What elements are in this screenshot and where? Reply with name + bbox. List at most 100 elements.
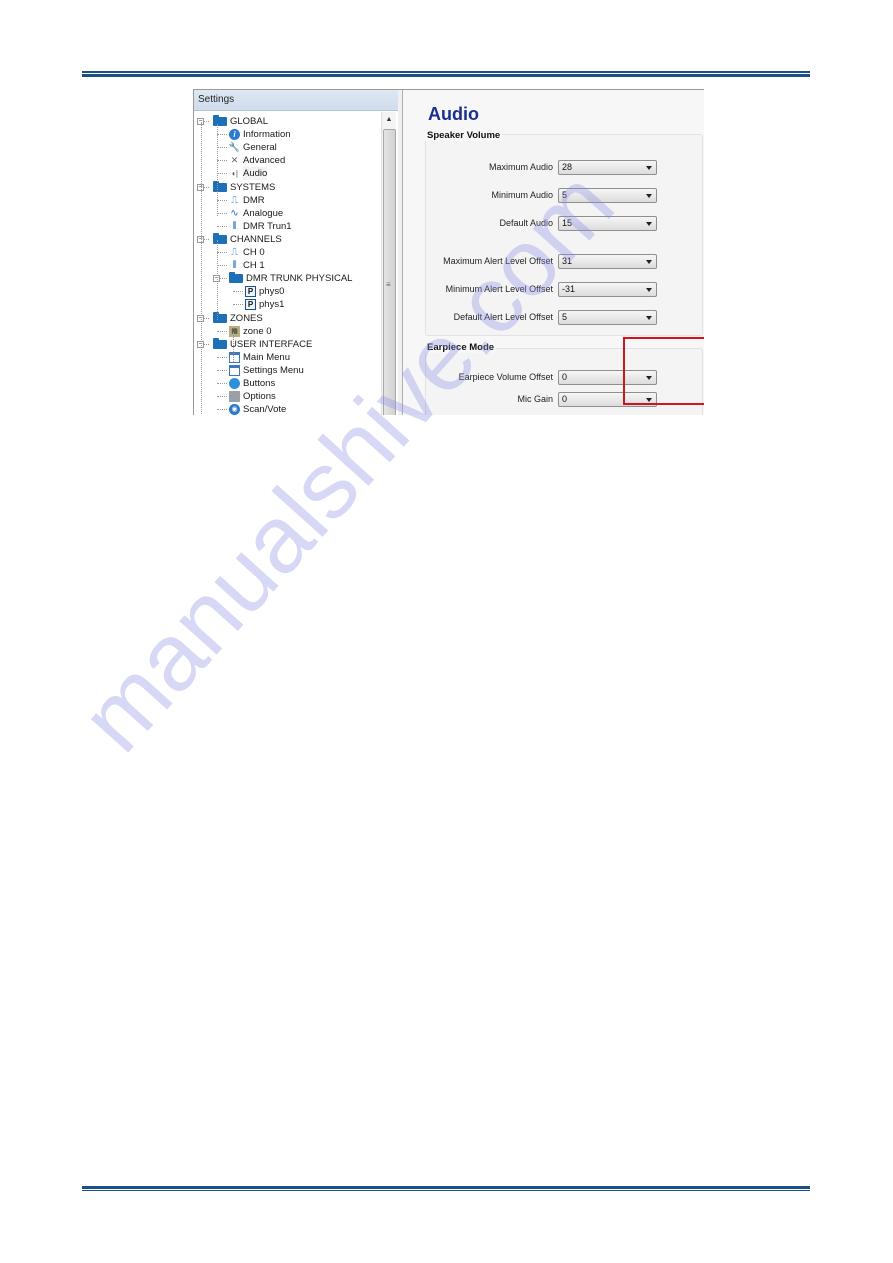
- tree-item-label: Settings Menu: [243, 364, 304, 376]
- tree-connector: [233, 304, 243, 306]
- tree-item-label: CH 1: [243, 260, 265, 272]
- folder-icon: [229, 272, 243, 284]
- tree-item[interactable]: DMR TRUNK PHYSICAL: [229, 272, 352, 285]
- folder-icon: [213, 311, 227, 323]
- tree-item[interactable]: ◖| Audio: [229, 167, 268, 181]
- tree-item[interactable]: Settings Menu: [229, 364, 304, 377]
- tree-item-label: Scan/Vote: [243, 404, 287, 415]
- tree-guide-line: [201, 122, 202, 415]
- tree-item[interactable]: SYSTEMS: [213, 180, 275, 194]
- tree-connector: [217, 199, 227, 201]
- tree-item[interactable]: ⎍ CH 0: [229, 246, 265, 259]
- chevron-down-icon[interactable]: [646, 194, 652, 198]
- tree-item-label: CHANNELS: [230, 233, 282, 245]
- tree-connector: [217, 356, 227, 358]
- tree-item[interactable]: ⫴ CH 1: [229, 259, 265, 272]
- earpiece-mode-highlight: [623, 337, 704, 405]
- tree-item[interactable]: i Information: [229, 128, 291, 141]
- tree-item-label: Main Menu: [243, 351, 290, 363]
- dropdown-value: 5: [562, 312, 568, 322]
- frame-left: [193, 89, 194, 415]
- tree-item[interactable]: ◉ Scan/Vote: [229, 403, 286, 415]
- chevron-down-icon[interactable]: [646, 260, 652, 264]
- tree-item-label: zone 0: [243, 325, 272, 337]
- tree-guide-line: [217, 124, 218, 216]
- folder-icon: [213, 232, 227, 244]
- tree-item-label: Options: [243, 391, 276, 403]
- value-dropdown[interactable]: 5: [558, 310, 657, 325]
- tree-connector: [217, 369, 227, 371]
- options-icon: [229, 391, 240, 403]
- tree-connector: [217, 409, 227, 411]
- tree-connector: [217, 396, 227, 398]
- tree-connector: [217, 330, 227, 332]
- pulse-icon: ⎍: [231, 247, 238, 258]
- tree-item-label: ZONES: [230, 312, 263, 324]
- tree-item-label: Information: [243, 129, 291, 141]
- zone-icon: ▦: [229, 325, 240, 337]
- physical-channel-icon: P: [245, 286, 256, 298]
- frame-top: [193, 89, 704, 90]
- double-pulse-icon: ⫴: [232, 220, 237, 232]
- tree-connector: [217, 160, 227, 162]
- sine-wave-icon: ∿: [230, 207, 239, 219]
- tree-item[interactable]: ∿ Analogue: [229, 207, 283, 220]
- footer-rule-thin: [82, 1190, 810, 1191]
- chevron-down-icon[interactable]: [646, 316, 652, 320]
- folder-icon: [213, 337, 227, 349]
- speaker-volume-title: Speaker Volume: [425, 130, 503, 141]
- tree-connector: [217, 212, 227, 214]
- tree-connector: [217, 173, 227, 175]
- tree-item[interactable]: ZONES: [213, 311, 263, 325]
- tree-item[interactable]: Pphys1: [245, 298, 284, 311]
- tree-item[interactable]: USER INTERFACE: [213, 337, 313, 351]
- dropdown-value: 0: [562, 394, 568, 404]
- tree-item-label: Advanced: [243, 155, 286, 167]
- chevron-down-icon[interactable]: [646, 166, 652, 170]
- menu-window-icon: [229, 364, 240, 376]
- tree-panel-header: Settings: [193, 89, 398, 111]
- pulse-icon: ⎍: [231, 194, 238, 206]
- tree-item[interactable]: ▦ zone 0: [229, 325, 272, 338]
- wrench-icon: 🔧: [228, 142, 241, 153]
- scroll-up-arrow-icon[interactable]: ▲: [383, 113, 395, 127]
- tree-guide-line: [217, 240, 218, 320]
- tree-item[interactable]: GLOBAL: [213, 115, 268, 128]
- tree-item-label: Audio: [243, 167, 268, 181]
- grip-icon: ≡: [386, 280, 391, 289]
- tree-item[interactable]: ⫴ DMR Trun1: [229, 220, 291, 233]
- tree-item[interactable]: ⎍ DMR: [229, 194, 265, 207]
- page-title: Audio: [428, 104, 479, 124]
- tree-item-label: phys1: [259, 299, 285, 311]
- tree-item-label: DMR: [243, 194, 265, 206]
- tree-item[interactable]: Pphys0: [245, 285, 284, 298]
- tools-icon: ✕: [230, 155, 239, 166]
- folder-icon: [213, 180, 227, 192]
- tree-item-label: General: [243, 142, 277, 154]
- tree-item-label: GLOBAL: [230, 116, 269, 127]
- tree-item[interactable]: ✕ Advanced: [229, 154, 286, 167]
- tree-item-label: USER INTERFACE: [230, 338, 313, 350]
- header-rule-thick: [82, 74, 810, 77]
- menu-window-icon: [229, 351, 240, 363]
- tree-item-label: Buttons: [243, 378, 276, 389]
- tree-connector: [217, 147, 227, 149]
- tree-item[interactable]: Main Menu: [229, 351, 290, 364]
- tree-connector: [217, 265, 227, 267]
- speaker-icon: ◖|: [231, 169, 238, 179]
- tree-item-label: DMR TRUNK PHYSICAL: [246, 273, 353, 285]
- tree-item[interactable]: 🔧 General: [229, 141, 277, 154]
- tree-item-label: Analogue: [243, 207, 284, 219]
- tree-connector: [217, 134, 227, 136]
- tree-guide-line: [233, 332, 234, 362]
- button-icon: [229, 378, 240, 389]
- chevron-down-icon[interactable]: [646, 288, 652, 292]
- dropdown-value: 0: [562, 372, 568, 382]
- chevron-down-icon[interactable]: [646, 222, 652, 226]
- tree-item-label: phys0: [259, 286, 285, 298]
- tree-item[interactable]: CHANNELS: [213, 232, 282, 246]
- tree-item[interactable]: Options: [229, 390, 276, 403]
- info-icon: i: [229, 129, 240, 141]
- tree-item[interactable]: Buttons: [229, 377, 275, 390]
- field-label: Maximum Audio: [488, 162, 553, 172]
